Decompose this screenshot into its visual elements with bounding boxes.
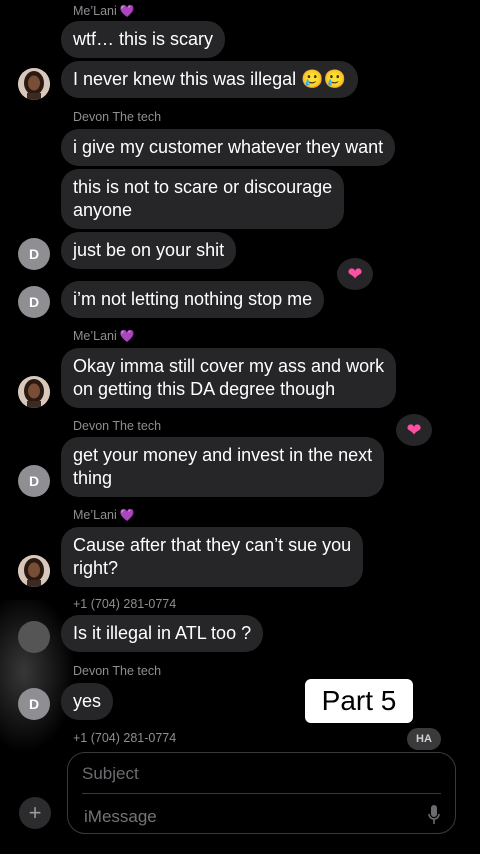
plus-button[interactable]: + <box>19 797 51 829</box>
subject-field[interactable]: Subject <box>82 764 139 784</box>
avatar-unknown[interactable] <box>18 621 50 653</box>
purple-heart-icon: 💜 <box>119 4 135 18</box>
message-line: this is not to scare or discourage <box>73 177 333 197</box>
avatar-melani[interactable] <box>18 555 50 587</box>
composer-divider <box>82 793 441 794</box>
message-line: on getting this DA degree though <box>73 379 336 399</box>
message-bubble[interactable]: Is it illegal in ATL too ? <box>61 615 264 652</box>
avatar-melani[interactable] <box>18 68 50 100</box>
heart-tapback[interactable]: ❤ <box>337 258 373 290</box>
avatar-devon[interactable]: D <box>18 238 50 270</box>
sender-name: +1 (704) 281-0774 <box>73 597 177 611</box>
sender-name: Me’Lani 💜 <box>73 508 135 522</box>
sender-name: Devon The tech <box>73 110 162 124</box>
message-input[interactable] <box>82 806 386 828</box>
message-bubble[interactable]: wtf… this is scary <box>61 21 226 58</box>
sender-name: Devon The tech <box>73 664 162 678</box>
part-label-overlay: Part 5 <box>305 679 413 723</box>
avatar-devon[interactable]: D <box>18 465 50 497</box>
avatar-melani[interactable] <box>18 376 50 408</box>
sender-name: Me’Lani 💜 <box>73 329 135 343</box>
message-bubble[interactable]: i give my customer whatever they want <box>61 129 396 166</box>
message-bubble[interactable]: Cause after that they can’t sue you righ… <box>61 527 364 587</box>
message-line: get your money and invest in the next <box>73 445 373 465</box>
sender-name: Me’Lani 💜 <box>73 4 135 18</box>
message-bubble[interactable]: I never knew this was illegal 🥲🥲 <box>61 61 358 98</box>
purple-heart-icon: 💜 <box>119 329 135 343</box>
microphone-icon[interactable] <box>427 804 441 826</box>
avatar-devon[interactable]: D <box>18 688 50 720</box>
ha-tapback[interactable]: HA <box>407 728 441 750</box>
sender-name: Devon The tech <box>73 419 162 433</box>
message-line: Cause after that they can’t sue you <box>73 535 352 555</box>
message-bubble[interactable]: this is not to scare or discourage anyon… <box>61 169 345 229</box>
sender-name: +1 (704) 281-0774 <box>73 731 177 745</box>
heart-icon: ❤ <box>347 264 363 284</box>
message-bubble[interactable]: just be on your shit <box>61 232 237 269</box>
message-bubble[interactable]: i’m not letting nothing stop me <box>61 281 325 318</box>
message-bubble[interactable]: Okay imma still cover my ass and work on… <box>61 348 397 408</box>
avatar-devon[interactable]: D <box>18 286 50 318</box>
heart-tapback[interactable]: ❤ <box>396 414 432 446</box>
purple-heart-icon: 💜 <box>119 508 135 522</box>
message-line: right? <box>73 558 119 578</box>
message-line: thing <box>73 468 113 488</box>
message-bubble[interactable]: get your money and invest in the next th… <box>61 437 385 497</box>
message-line: anyone <box>73 200 133 220</box>
message-line: Okay imma still cover my ass and work <box>73 356 385 376</box>
message-bubble[interactable]: yes <box>61 683 114 720</box>
message-composer[interactable]: Subject <box>67 752 456 834</box>
heart-icon: ❤ <box>406 420 422 440</box>
